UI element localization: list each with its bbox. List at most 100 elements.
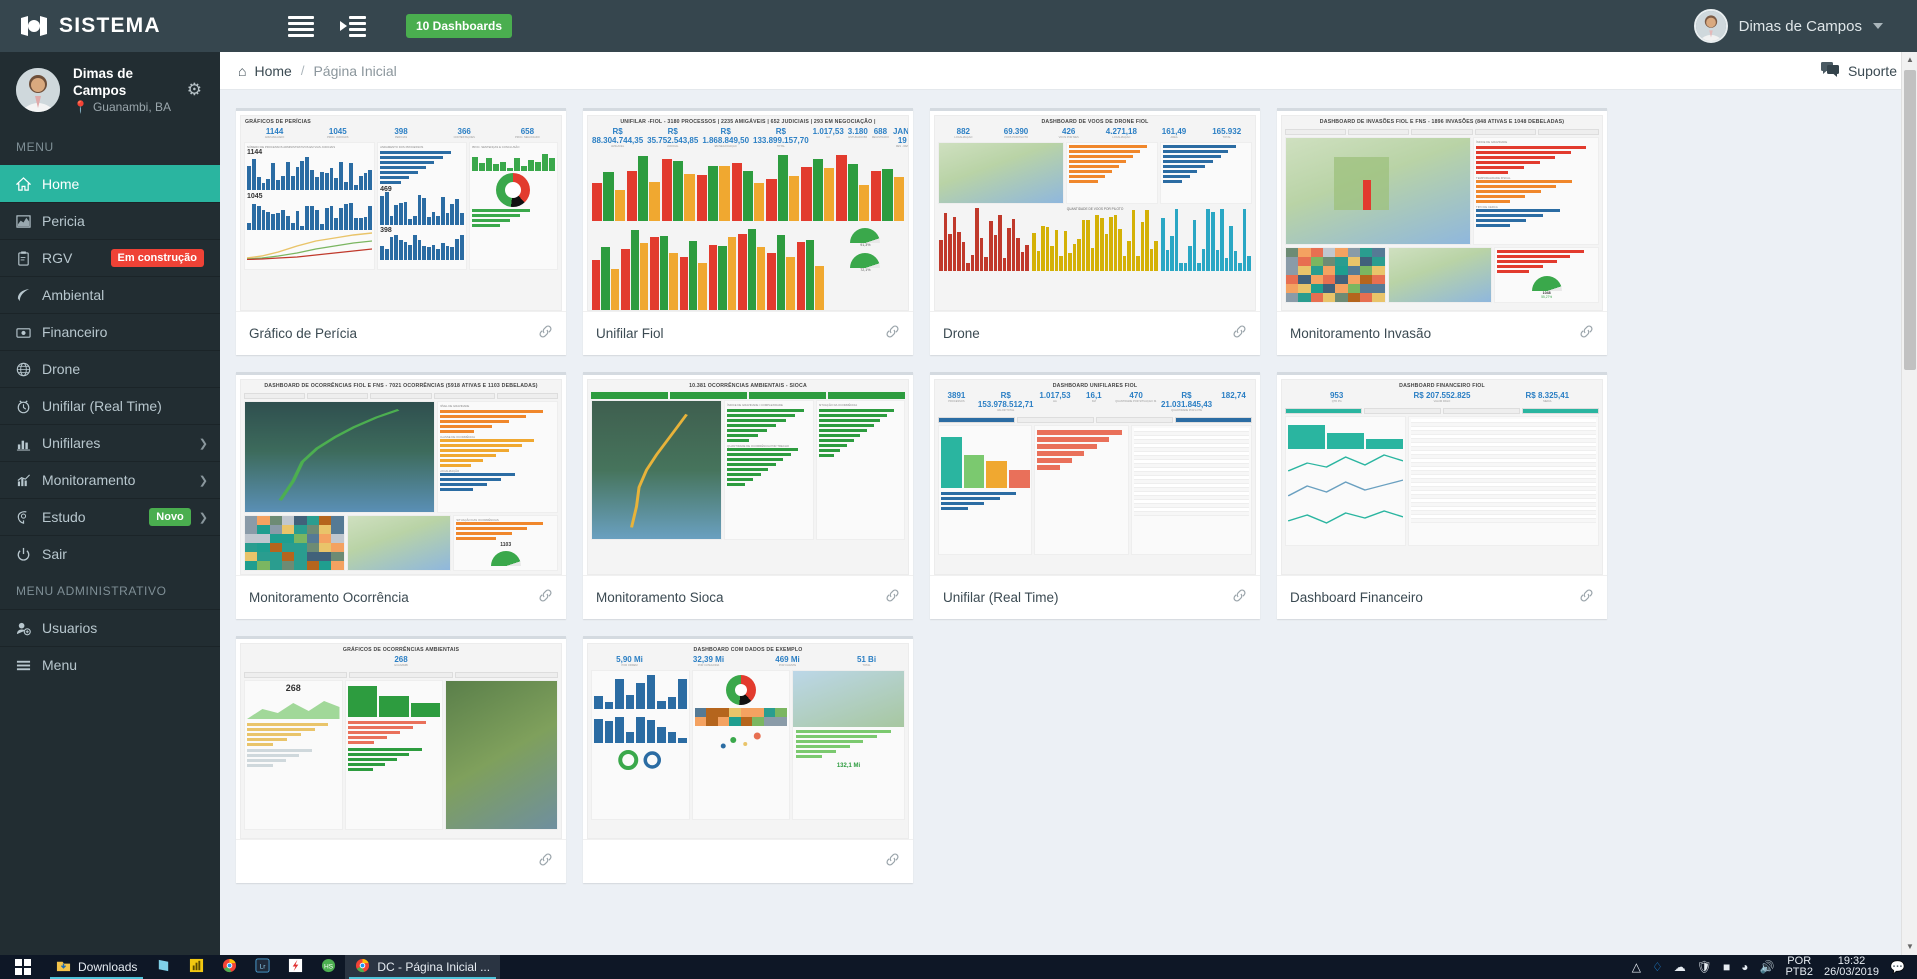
page-scrollbar[interactable]: ▲ ▼ — [1901, 52, 1917, 955]
sidebar-item-usuarios[interactable]: Usuarios — [0, 609, 220, 646]
dashboard-card[interactable]: DASHBOARD FINANCEIRO FIOL 953 QTD PG R$ 207… — [1277, 372, 1607, 619]
link-icon[interactable] — [1579, 588, 1594, 607]
sidebar-item-rgv[interactable]: RGV Em construção — [0, 239, 220, 276]
sidebar-item-estudo[interactable]: Estudo Novo ❯ — [0, 498, 220, 535]
map-pin-icon: 📍 — [73, 99, 88, 114]
dashboard-card[interactable]: DASHBOARD UNIFILARES FIOL 3891 PROCESSOS R$… — [930, 372, 1260, 619]
dashboard-card[interactable]: UNIFILAR -FIOL - 3180 PROCESSOS | 2235 A… — [583, 108, 913, 355]
sidebar-item-drone[interactable]: Drone — [0, 350, 220, 387]
taskbar-item-lightroom[interactable]: Lr — [246, 955, 279, 979]
sidebar-item-label: Monitoramento — [42, 472, 136, 488]
taskbar-item-powerbi[interactable] — [180, 955, 213, 979]
taskbar-item-dc-p-gina-inicial[interactable]: DC - Página Inicial ... — [345, 955, 501, 979]
language-indicator[interactable]: POR PTB2 — [1785, 956, 1813, 978]
dashboard-thumbnail[interactable]: UNIFILAR -FIOL - 3180 PROCESSOS | 2235 A… — [587, 115, 909, 311]
battery-icon[interactable]: ■ — [1723, 961, 1730, 973]
breadcrumb-home-link[interactable]: Home — [254, 63, 291, 79]
link-icon[interactable] — [885, 852, 900, 871]
hamburger-icon[interactable] — [288, 14, 314, 38]
gauge-chart — [850, 253, 881, 268]
kpi-tile: 3891 PROCESSOS — [939, 391, 974, 413]
kpi-label: VALOR TOTAL — [996, 409, 1015, 412]
dashboard-thumbnail[interactable]: 10.381 OCORRÊNCIAS AMBIENTAIS - SIOCA ÍND… — [587, 379, 909, 575]
shield-warning-icon[interactable]: 🛡 — [1697, 961, 1712, 973]
sidebar-item-label: Home — [42, 176, 80, 192]
dashboard-thumbnail[interactable]: DASHBOARD DE VOOS DE DRONE FIOL 882 LOCALI… — [934, 115, 1256, 311]
support-link[interactable]: Suporte — [1820, 61, 1897, 80]
sidebar-item-home[interactable]: Home — [0, 165, 220, 202]
dashboard-card-title: Unifilar Fiol — [596, 326, 664, 341]
sidebar-item-monitoramento[interactable]: Monitoramento ❯ — [0, 461, 220, 498]
dashboard-thumbnail[interactable]: DASHBOARD DE INVASÕES FIOL E FNS - 1896 … — [1281, 115, 1603, 311]
dashboard-thumbnail[interactable]: GRÁFICOS DE OCORRÊNCIAS AMBIENTAIS 268 GUA… — [240, 643, 562, 839]
sidebar-item-pericia[interactable]: Pericia — [0, 202, 220, 239]
dashboards-count-badge[interactable]: 10 Dashboards — [406, 14, 513, 38]
scrollbar-thumb[interactable] — [1904, 70, 1916, 370]
dashboard-card[interactable]: GRÁFICOS DE OCORRÊNCIAS AMBIENTAIS 268 GUA… — [236, 636, 566, 883]
windows-logo-icon[interactable] — [0, 955, 46, 979]
brand-logo-area[interactable]: SISTEMA — [0, 0, 268, 52]
sidebar-item-financeiro[interactable]: Financeiro — [0, 313, 220, 350]
dashboard-card[interactable]: DASHBOARD DE VOOS DE DRONE FIOL 882 LOCALI… — [930, 108, 1260, 355]
dashboard-card[interactable]: DASHBOARD COM DADOS DE EXEMPLO 5,90 Mi POR… — [583, 636, 913, 883]
thumbnail-kpi-row: 1144 ADM ANGUADO 1045 PROC. JUDICIAIS 398 PER… — [241, 127, 561, 142]
sidebar-user-panel[interactable]: Dimas de Campos 📍 Guanambi, BA ⚙ — [0, 52, 220, 128]
taskbar-item-hs[interactable]: HS — [312, 955, 345, 979]
donut-chart — [725, 675, 756, 705]
scroll-up-arrow[interactable]: ▲ — [1902, 52, 1917, 68]
dashboard-thumbnail[interactable]: DASHBOARD UNIFILARES FIOL 3891 PROCESSOS R$… — [934, 379, 1256, 575]
wifi-icon[interactable]: ◕ — [1741, 961, 1748, 973]
thumbnail-kpi-row: 5,90 Mi POR ORDEM 32,39 Mi POR CATEGORIA 469… — [588, 655, 908, 670]
sidebar-item-unifilar-real-time[interactable]: Unifilar (Real Time) — [0, 387, 220, 424]
gauge-pct: 55,27% — [1541, 295, 1553, 299]
taskbar-item-downloads[interactable]: Downloads — [46, 955, 147, 979]
support-label: Suporte — [1847, 62, 1897, 79]
link-icon[interactable] — [1232, 324, 1247, 343]
sidebar-item-sair[interactable]: Sair — [0, 535, 220, 572]
link-icon[interactable] — [538, 588, 553, 607]
clock[interactable]: 19:32 26/03/2019 — [1824, 956, 1879, 978]
kpi-tile: R$ 207.552.825 VALOR PAGO — [1391, 391, 1492, 404]
speaker-icon[interactable]: 🔊 — [1760, 961, 1775, 973]
link-icon[interactable] — [538, 324, 553, 343]
thumbnail-kpi-row: 882 LOCALIZAÇÃO 69.390 VOOS POR PILOTO 426 VO… — [935, 127, 1255, 142]
link-icon[interactable] — [885, 324, 900, 343]
taskbar-item-chrome[interactable] — [213, 955, 246, 979]
kpi-label: PROCESSOS — [948, 400, 965, 403]
dashboard-thumbnail[interactable]: DASHBOARD DE OCORRÊNCIAS FIOL E FNS - 70… — [240, 379, 562, 575]
dashboard-thumbnail[interactable]: DASHBOARD COM DADOS DE EXEMPLO 5,90 Mi POR… — [587, 643, 909, 839]
link-icon[interactable] — [885, 588, 900, 607]
link-icon[interactable] — [538, 852, 553, 871]
thumbnail-heading: DASHBOARD FINANCEIRO FIOL — [1399, 383, 1485, 389]
kpi-value: 398 — [394, 127, 408, 136]
dashboard-thumbnail[interactable]: DASHBOARD FINANCEIRO FIOL 953 QTD PG R$ 207… — [1281, 379, 1603, 575]
dashboard-card[interactable]: GRÁFICOS DE PERÍCIAS 1144 ADM ANGUADO 1045 P… — [236, 108, 566, 355]
gear-icon[interactable]: ⚙ — [187, 80, 206, 100]
taskbar-item-filezilla[interactable] — [279, 955, 312, 979]
chevron-down-icon[interactable] — [1873, 23, 1883, 29]
sidebar-item-menu[interactable]: Menu — [0, 646, 220, 683]
dashboard-card[interactable]: 10.381 OCORRÊNCIAS AMBIENTAIS - SIOCA ÍND… — [583, 372, 913, 619]
scroll-down-arrow[interactable]: ▼ — [1902, 939, 1917, 955]
link-icon[interactable] — [1579, 324, 1594, 343]
brain-icon — [16, 510, 42, 525]
bluetooth-icon[interactable]: ♢ — [1652, 961, 1663, 973]
sidebar-item-unifilares[interactable]: Unifilares ❯ — [0, 424, 220, 461]
sidebar-item-ambiental[interactable]: Ambiental — [0, 276, 220, 313]
kpi-label: EM NEGOCIAÇÃO — [714, 145, 737, 148]
dashboard-card[interactable]: DASHBOARD DE INVASÕES FIOL E FNS - 1896 … — [1277, 108, 1607, 355]
dashboard-card[interactable]: DASHBOARD DE OCORRÊNCIAS FIOL E FNS - 70… — [236, 372, 566, 619]
link-icon[interactable] — [1232, 588, 1247, 607]
kpi-value: R$ 153.978.512,71 — [977, 391, 1034, 409]
cloud-icon[interactable]: ☁ — [1674, 961, 1686, 973]
thumbnail-heading: DASHBOARD DE OCORRÊNCIAS FIOL E FNS - 70… — [264, 383, 538, 389]
dashboard-thumbnail[interactable]: GRÁFICOS DE PERÍCIAS 1144 ADM ANGUADO 1045 P… — [240, 115, 562, 311]
system-tray: △ ♢ ☁ 🛡 ■ ◕ 🔊 POR PTB2 19:32 26/03/2019 … — [1632, 956, 1917, 978]
top-bar-user-area[interactable]: Dimas de Campos — [1693, 0, 1917, 52]
list-indent-icon[interactable] — [340, 14, 366, 38]
chevron-up-icon[interactable]: △ — [1632, 961, 1641, 973]
kpi-tile: R$ 8.325,41 MÉDIA — [1497, 391, 1598, 404]
notification-icon[interactable]: 💬 — [1890, 961, 1905, 973]
sidebar-user-name: Dimas de Campos — [73, 65, 134, 98]
taskbar-item-store[interactable] — [147, 955, 180, 979]
